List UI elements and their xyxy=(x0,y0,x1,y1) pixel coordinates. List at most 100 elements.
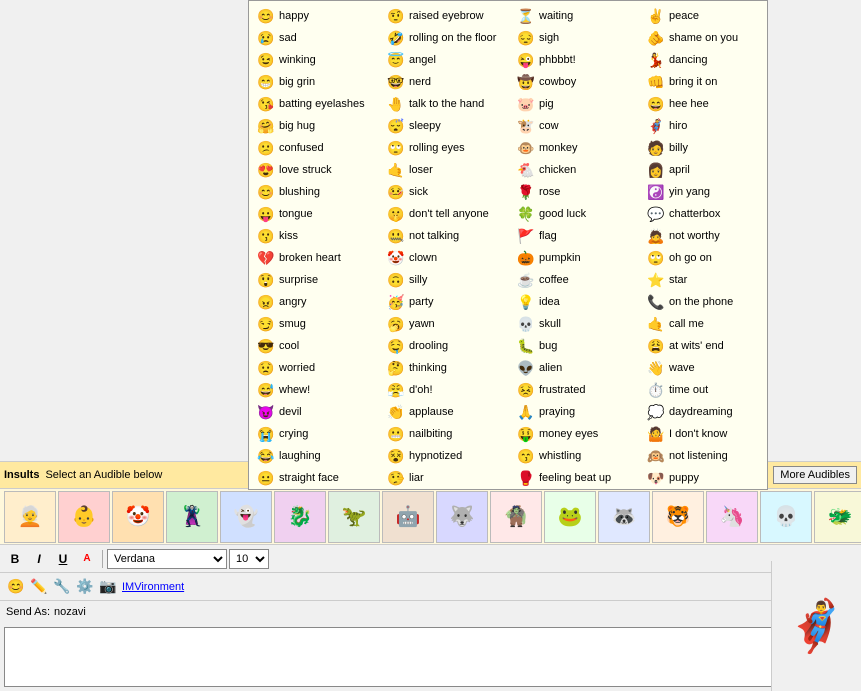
emoji-item[interactable]: 🤙loser xyxy=(383,159,513,181)
emoji-item[interactable]: 🚩flag xyxy=(513,225,643,247)
emoji-item[interactable]: 👏applause xyxy=(383,401,513,423)
emoji-item[interactable]: 💃dancing xyxy=(643,49,768,71)
emoji-item[interactable]: 🤷I don't know xyxy=(643,423,768,445)
audible-icon-item[interactable]: 🧑‍🦳 xyxy=(4,491,56,543)
font-family-select[interactable]: Verdana Arial Tahoma Times New Roman xyxy=(107,549,227,569)
emoji-item[interactable]: 🐶puppy xyxy=(643,467,768,489)
audible-icon-item[interactable]: 👶 xyxy=(58,491,110,543)
emoji-item[interactable]: 😁big grin xyxy=(253,71,383,93)
emoji-item[interactable]: 🤫don't tell anyone xyxy=(383,203,513,225)
emoji-item[interactable]: 💡idea xyxy=(513,291,643,313)
emoji-item[interactable]: 😙whistling xyxy=(513,445,643,467)
emoji-item[interactable]: 👽alien xyxy=(513,357,643,379)
emoji-item[interactable]: 😎cool xyxy=(253,335,383,357)
emoji-item[interactable]: 😣frustrated xyxy=(513,379,643,401)
audible-icon-item[interactable]: 🐺 xyxy=(436,491,488,543)
pencil-icon[interactable]: ✏️ xyxy=(29,577,49,597)
emoji-item[interactable]: 🤠cowboy xyxy=(513,71,643,93)
emoji-item[interactable]: 💀skull xyxy=(513,313,643,335)
emoji-item[interactable]: 🐛bug xyxy=(513,335,643,357)
emoji-item[interactable]: 😉winking xyxy=(253,49,383,71)
emoji-item[interactable]: 🤔thinking xyxy=(383,357,513,379)
emoji-item[interactable]: ⏱️time out xyxy=(643,379,768,401)
emoji-item[interactable]: 😇angel xyxy=(383,49,513,71)
audible-icon-item[interactable]: 🐉 xyxy=(274,491,326,543)
emoji-item[interactable]: ☕coffee xyxy=(513,269,643,291)
emoji-item[interactable]: 🫵shame on you xyxy=(643,27,768,49)
audible-icon-item[interactable]: 🤡 xyxy=(112,491,164,543)
emoji-item[interactable]: 🤙call me xyxy=(643,313,768,335)
emoji-item[interactable]: 😐straight face xyxy=(253,467,383,489)
emoji-item[interactable]: 🧑billy xyxy=(643,137,768,159)
font-color-button[interactable]: A xyxy=(76,549,98,569)
italic-button[interactable]: I xyxy=(28,549,50,569)
emoji-item[interactable]: 🎃pumpkin xyxy=(513,247,643,269)
emoji-item[interactable]: 🤒sick xyxy=(383,181,513,203)
emoji-item[interactable]: 🤓nerd xyxy=(383,71,513,93)
emoji-item[interactable]: 😜phbbbt! xyxy=(513,49,643,71)
emoji-item[interactable]: 🥳party xyxy=(383,291,513,313)
emoji-item[interactable]: 😄hee hee xyxy=(643,93,768,115)
smiley-icon[interactable]: 😊 xyxy=(6,577,26,597)
audible-icon-item[interactable]: 💀 xyxy=(760,491,812,543)
emoji-item[interactable]: 😍love struck xyxy=(253,159,383,181)
emoji-item[interactable]: 👩april xyxy=(643,159,768,181)
emoji-item[interactable]: 💔broken heart xyxy=(253,247,383,269)
wand-icon[interactable]: 🔧 xyxy=(52,577,72,597)
emoji-item[interactable]: 😲surprise xyxy=(253,269,383,291)
emoji-item[interactable]: 😊blushing xyxy=(253,181,383,203)
emoji-item[interactable]: 😩at wits' end xyxy=(643,335,768,357)
more-audibles-button[interactable]: More Audibles xyxy=(773,466,857,484)
emoji-item[interactable]: 🤑money eyes xyxy=(513,423,643,445)
emoji-item[interactable]: 😟worried xyxy=(253,357,383,379)
audible-icon-item[interactable]: 🐯 xyxy=(652,491,704,543)
emoji-item[interactable]: 😠angry xyxy=(253,291,383,313)
audible-icon-item[interactable]: 🦄 xyxy=(706,491,758,543)
emoji-item[interactable]: 🤐not talking xyxy=(383,225,513,247)
emoji-item[interactable]: 🦸hiro xyxy=(643,115,768,137)
emoji-item[interactable]: 😭crying xyxy=(253,423,383,445)
emoji-item[interactable]: 🤥liar xyxy=(383,467,513,489)
emoji-item[interactable]: 🤤drooling xyxy=(383,335,513,357)
emoji-item[interactable]: 🤗big hug xyxy=(253,115,383,137)
emoji-item[interactable]: 🐵monkey xyxy=(513,137,643,159)
emoji-item[interactable]: 😴sleepy xyxy=(383,115,513,137)
emoji-item[interactable]: 🥊feeling beat up xyxy=(513,467,643,489)
emoji-item[interactable]: 😬nailbiting xyxy=(383,423,513,445)
emoji-item[interactable]: ✌️peace xyxy=(643,5,768,27)
emoji-item[interactable]: 💬chatterbox xyxy=(643,203,768,225)
emoji-item[interactable]: 📞on the phone xyxy=(643,291,768,313)
audible-icon-item[interactable]: 🦹 xyxy=(166,491,218,543)
emoji-item[interactable]: 🤣rolling on the floor xyxy=(383,27,513,49)
emoji-item[interactable]: 😊happy xyxy=(253,5,383,27)
emoji-item[interactable]: 😅whew! xyxy=(253,379,383,401)
emoji-item[interactable]: ☯️yin yang xyxy=(643,181,768,203)
audible-icon-item[interactable]: 🧌 xyxy=(490,491,542,543)
audible-icon-item[interactable]: 🦖 xyxy=(328,491,380,543)
emoji-item[interactable]: ⭐star xyxy=(643,269,768,291)
emoji-item[interactable]: 💭daydreaming xyxy=(643,401,768,423)
emoji-item[interactable]: 🤨raised eyebrow xyxy=(383,5,513,27)
audible-icon-item[interactable]: 🐲 xyxy=(814,491,861,543)
audible-icon-item[interactable]: 👻 xyxy=(220,491,272,543)
emoji-item[interactable]: 😢sad xyxy=(253,27,383,49)
emoji-item[interactable]: 🐮cow xyxy=(513,115,643,137)
emoji-item[interactable]: 😘batting eyelashes xyxy=(253,93,383,115)
emoji-item[interactable]: 🤡clown xyxy=(383,247,513,269)
emoji-item[interactable]: 🙃silly xyxy=(383,269,513,291)
emoji-item[interactable]: 👋wave xyxy=(643,357,768,379)
audible-icon-item[interactable]: 🦝 xyxy=(598,491,650,543)
emoji-item[interactable]: 🙄rolling eyes xyxy=(383,137,513,159)
font-size-select[interactable]: 10 8 12 14 16 xyxy=(229,549,269,569)
bold-button[interactable]: B xyxy=(4,549,26,569)
message-input[interactable] xyxy=(4,627,803,687)
emoji-item[interactable]: 😈devil xyxy=(253,401,383,423)
emoji-item[interactable]: 😏smug xyxy=(253,313,383,335)
imvironment-link[interactable]: IMVironment xyxy=(122,581,184,593)
emoji-item[interactable]: ⏳waiting xyxy=(513,5,643,27)
emoji-item[interactable]: 🙇not worthy xyxy=(643,225,768,247)
emoji-item[interactable]: 🙄oh go on xyxy=(643,247,768,269)
emoji-item[interactable]: 😤d'oh! xyxy=(383,379,513,401)
emoji-item[interactable]: 😂laughing xyxy=(253,445,383,467)
audible-icon-item[interactable]: 🐸 xyxy=(544,491,596,543)
